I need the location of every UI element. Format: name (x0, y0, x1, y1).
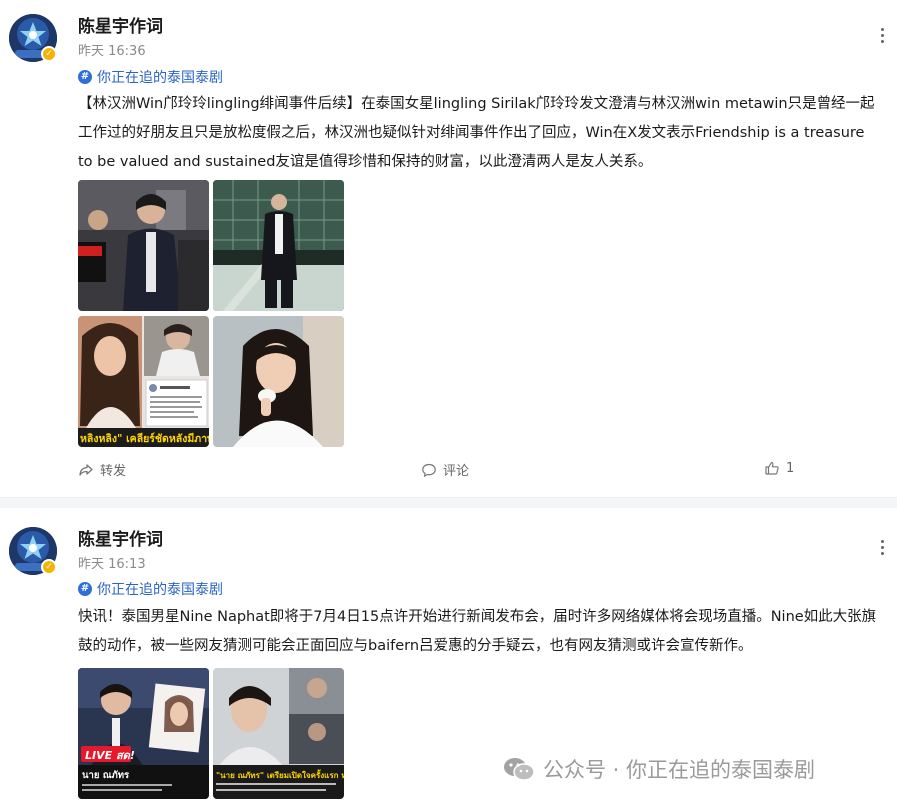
topic-tag[interactable]: # 你正在追的泰国泰剧 (78, 67, 223, 87)
win-runway-photo (213, 180, 344, 311)
post-image-1[interactable]: LIVE สด! นาย ณภัทร (78, 668, 209, 799)
nine-collage-caption: "นาย ณภัทร" เตรียมเปิดใจครั้งแรก หลังมีข… (216, 769, 344, 780)
lingling-portrait-photo (213, 316, 344, 447)
share-icon (79, 463, 93, 476)
topic-label: 你正在追的泰国泰剧 (97, 70, 223, 86)
share-button[interactable]: 转发 (78, 460, 126, 479)
post-image-1[interactable] (78, 180, 209, 311)
post-time: 昨天 16:13 (78, 557, 146, 572)
nine-live-news-poster: LIVE สด! นาย ณภัทร (78, 668, 209, 799)
post-divider (0, 497, 897, 508)
win-at-event-photo (78, 180, 209, 311)
author-name[interactable]: 陈星宇作词 (78, 525, 163, 550)
watermark-text: 公众号 · 你正在追的泰国泰剧 (543, 758, 816, 782)
watermark: 公众号 · 你正在追的泰国泰剧 (503, 754, 815, 784)
post-image-4[interactable] (213, 316, 344, 447)
lingling-news-collage: หลิงหลิง" เคลียร์ชัดหลังมีภาพหลุ (78, 316, 209, 447)
post-time: 昨天 16:36 (78, 44, 146, 59)
like-count: 1 (786, 460, 795, 476)
nine-poster-caption: นาย ณภัทร (82, 770, 130, 781)
verified-badge-icon: ✓ (41, 46, 57, 62)
post-actions: 转发 评论 1 (0, 460, 897, 484)
post-image-3[interactable]: หลิงหลิง" เคลียร์ชัดหลังมีภาพหลุ (78, 316, 209, 447)
post-content: 快讯！泰国男星Nine Naphat即将于7月4日15点许开始进行新闻发布会，届… (78, 609, 877, 654)
topic-label: 你正在追的泰国泰剧 (97, 582, 223, 598)
topic-hash-icon: # (78, 70, 92, 84)
topic-tag[interactable]: # 你正在追的泰国泰剧 (78, 579, 223, 599)
nine-news-collage: "นาย ณภัทร" เตรียมเปิดใจครั้งแรก หลังมีข… (213, 668, 344, 799)
author-name[interactable]: 陈星宇作词 (78, 12, 163, 37)
topic-hash-icon: # (78, 582, 92, 596)
post-image-2[interactable]: "นาย ณภัทร" เตรียมเปิดใจครั้งแรก หลังมีข… (213, 668, 344, 799)
more-options-icon[interactable] (876, 538, 888, 558)
feed-post: ✓ 陈星宇作词 昨天 16:36 # 你正在追的泰国泰剧 【林汉洲Win邝玲玲l… (0, 0, 897, 497)
more-options-icon[interactable] (876, 26, 888, 46)
like-button[interactable]: 1 (764, 460, 794, 476)
share-label: 转发 (100, 464, 127, 479)
wechat-icon (504, 758, 535, 781)
post-content: 【林汉洲Win邝玲玲lingling绯闻事件后续】在泰国女星lingling S… (78, 96, 875, 170)
comment-icon (422, 463, 436, 477)
post-image-2[interactable] (213, 180, 344, 311)
verified-badge-icon: ✓ (41, 559, 57, 575)
comment-button[interactable]: 评论 (421, 460, 469, 479)
thumbs-up-icon (765, 461, 779, 475)
lingling-news-overlay: หลิงหลิง" เคลียร์ชัดหลังมีภาพหลุ (80, 432, 209, 446)
comment-label: 评论 (443, 464, 470, 479)
live-label: LIVE สด! (85, 749, 135, 762)
